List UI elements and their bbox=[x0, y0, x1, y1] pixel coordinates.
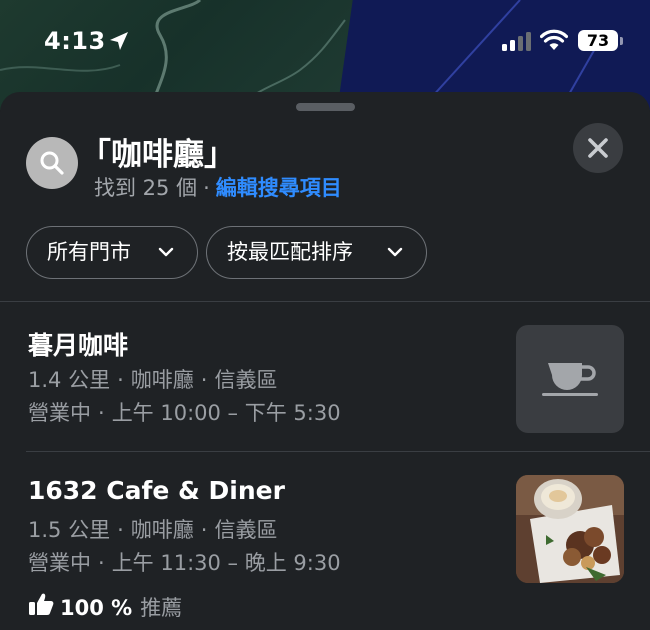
wifi-icon bbox=[540, 29, 568, 50]
separator: · bbox=[203, 176, 210, 200]
result-count: 找到 25 個 bbox=[94, 176, 198, 200]
place-info: 1.4 公里 · 咖啡廳 · 信義區 bbox=[28, 364, 277, 394]
results-sheet: 「咖啡廳」 找到 25 個·編輯搜尋項目 所有門市 按最匹配排序 暮月咖啡 bbox=[0, 92, 650, 630]
separator: · bbox=[117, 368, 124, 392]
edit-search-link[interactable]: 編輯搜尋項目 bbox=[216, 176, 342, 200]
battery-nub bbox=[620, 37, 623, 45]
search-query-title: 「咖啡廳」 bbox=[80, 137, 235, 173]
thumbs-up-icon bbox=[29, 593, 54, 615]
close-icon bbox=[588, 138, 608, 158]
recommend-label: 推薦 bbox=[140, 596, 183, 620]
place-info: 1.5 公里 · 咖啡廳 · 信義區 bbox=[28, 514, 277, 544]
recommend-percent: 100 % bbox=[60, 596, 133, 620]
separator: · bbox=[98, 401, 105, 425]
chevron-down-icon bbox=[158, 247, 174, 257]
filter-chip-label: 所有門市 bbox=[47, 240, 131, 264]
separator: · bbox=[98, 551, 105, 575]
divider bbox=[0, 301, 650, 302]
place-hours: 營業中 · 上午 11:30 – 晚上 9:30 bbox=[28, 547, 341, 577]
location-arrow-icon bbox=[110, 32, 128, 50]
filter-chip-stores[interactable]: 所有門市 bbox=[26, 226, 198, 279]
place-category: 咖啡廳 bbox=[130, 518, 194, 542]
separator: · bbox=[117, 518, 124, 542]
place-name: 1632 Cafe & Diner bbox=[28, 476, 285, 505]
place-hours: 營業中 · 上午 10:00 – 下午 5:30 bbox=[28, 397, 341, 427]
place-district: 信義區 bbox=[214, 368, 278, 392]
status-bar: 4:13 73 bbox=[0, 0, 650, 84]
divider bbox=[26, 451, 650, 452]
separator: · bbox=[200, 518, 208, 542]
status-time: 4:13 bbox=[44, 27, 106, 55]
place-distance: 1.4 公里 bbox=[28, 368, 111, 392]
recommendation: 100 % 推薦 bbox=[28, 592, 182, 622]
filter-chip-label: 按最匹配排序 bbox=[227, 240, 353, 264]
place-name: 暮月咖啡 bbox=[28, 331, 129, 360]
filter-chip-sort[interactable]: 按最匹配排序 bbox=[206, 226, 427, 279]
chevron-down-icon bbox=[387, 247, 403, 257]
open-status: 營業中 bbox=[28, 551, 91, 575]
open-status: 營業中 bbox=[28, 401, 91, 425]
opening-hours: 上午 11:30 – 晚上 9:30 bbox=[111, 551, 341, 575]
place-photo[interactable] bbox=[516, 475, 624, 583]
cellular-signal-icon bbox=[502, 32, 531, 51]
place-district: 信義區 bbox=[214, 518, 278, 542]
coffee-cup-icon bbox=[542, 363, 598, 396]
sheet-grabber[interactable] bbox=[296, 103, 355, 111]
battery-icon: 73 bbox=[578, 30, 618, 51]
maps-screen: 4:13 73 「咖啡廳」 找到 25 個 · 編輯搜尋項目 所有門市 按最匹配… bbox=[0, 0, 650, 630]
opening-hours: 上午 10:00 – 下午 5:30 bbox=[111, 401, 341, 425]
result-summary: 找到 25 個 · 編輯搜尋項目 bbox=[94, 172, 342, 202]
place-thumbnail[interactable] bbox=[516, 325, 624, 433]
separator: · bbox=[200, 368, 208, 392]
close-button[interactable] bbox=[573, 123, 623, 173]
food-photo bbox=[516, 475, 624, 583]
place-distance: 1.5 公里 bbox=[28, 518, 111, 542]
place-category: 咖啡廳 bbox=[130, 368, 194, 392]
search-badge bbox=[26, 137, 78, 189]
search-icon bbox=[40, 151, 64, 175]
